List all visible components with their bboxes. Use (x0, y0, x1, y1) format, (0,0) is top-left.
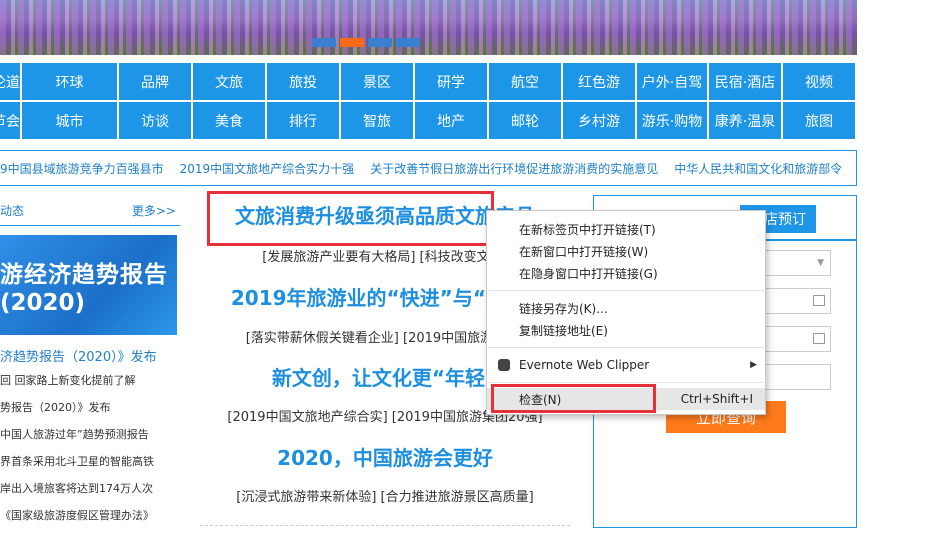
chevron-right-icon: ▶ (750, 360, 757, 370)
menu-item-label: 在新窗口中打开链接(W) (519, 244, 649, 259)
nav-item[interactable]: 城市 (22, 102, 117, 139)
nav-item[interactable]: 品牌 (119, 63, 191, 100)
calendar-icon (813, 333, 825, 344)
nav-item[interactable]: 户外·自驾 (637, 63, 707, 100)
nav-item[interactable]: 游乐·购物 (637, 102, 707, 139)
banner-pager-dot-4[interactable] (396, 38, 420, 47)
nav-item[interactable]: 环球 (22, 63, 117, 100)
nav-item[interactable]: 乡村游 (563, 102, 635, 139)
nav-item[interactable]: 航空 (489, 63, 561, 100)
report-thumbnail[interactable]: 游经济趋势报告 (2020) (0, 235, 177, 335)
banner-pager-dot-2[interactable] (340, 38, 364, 47)
menu-open-incognito[interactable]: 在隐身窗口中打开链接(G) (487, 262, 765, 284)
news-ticker: 9中国县域旅游竞争力百强县市 2019中国文旅地产综合实力十强 关于改善节假日旅游出… (0, 150, 857, 186)
checkout-date-input[interactable] (759, 326, 831, 352)
category-nav-row-1: 论道环球品牌文旅旅投景区研学航空红色游户外·自驾民宿·酒店视频 (0, 63, 857, 100)
nav-item[interactable]: 文旅 (193, 63, 265, 100)
nav-item[interactable]: 康养·温泉 (709, 102, 781, 139)
calendar-icon (813, 295, 825, 306)
nav-item[interactable]: 旅投 (267, 63, 339, 100)
list-item[interactable]: 《国家级旅游度假区管理办法》 (0, 508, 154, 535)
banner-image[interactable] (0, 0, 857, 55)
banner-pager (312, 38, 420, 47)
nav-item[interactable]: 红色游 (563, 63, 635, 100)
category-nav-row-2: 节会城市访谈美食排行智旅地产邮轮乡村游游乐·购物康养·温泉旅图 (0, 102, 857, 139)
lupine-flowers-photo (0, 0, 857, 55)
menu-copy-link-address[interactable]: 复制链接地址(E) (487, 319, 765, 341)
nav-item[interactable]: 美食 (193, 102, 265, 139)
center-divider (200, 525, 570, 526)
left-news-column: 动态 更多>> 游经济趋势报告 (2020) 济趋势报告（2020）》发布 回 … (0, 195, 180, 522)
nav-item[interactable]: 视频 (783, 63, 855, 100)
category-nav: 论道环球品牌文旅旅投景区研学航空红色游户外·自驾民宿·酒店视频 节会城市访谈美食… (0, 63, 857, 141)
list-item[interactable]: 岸出入境旅客将达到174万人次 (0, 481, 154, 508)
left-news-list: 回 回家路上新变化提前了解 势报告（2020）》发布 中国人旅游过年”趋势预测报告界… (0, 373, 154, 535)
ticker-link[interactable]: 关于改善节假日旅游出行环境促进旅游消费的实施意见 (370, 160, 658, 177)
menu-separator (488, 382, 764, 383)
left-column-header: 动态 更多>> (0, 195, 180, 226)
nav-item[interactable]: 民宿·酒店 (709, 63, 781, 100)
ticker-link[interactable]: 9中国县域旅游竞争力百强县市 (0, 160, 164, 177)
menu-item-label: 在新标签页中打开链接(T) (519, 222, 656, 237)
menu-item-label: 链接另存为(K)... (519, 301, 608, 316)
banner-pager-dot-3[interactable] (368, 38, 392, 47)
nav-item[interactable]: 研学 (415, 63, 487, 100)
ticker-link[interactable]: 中华人民共和国文化和旅游部令 (674, 160, 842, 177)
menu-item-label: 在隐身窗口中打开链接(G) (519, 266, 658, 281)
headline-highlight-box (207, 191, 494, 246)
evernote-elephant-icon (498, 359, 510, 371)
headline-link[interactable]: 2020，中国旅游会更好 (200, 442, 570, 471)
list-item[interactable]: 势报告（2020）》发布 (0, 400, 154, 427)
report-thumbnail-line-1: 游经济趋势报告 (0, 262, 168, 288)
report-caption-link[interactable]: 济趋势报告（2020）》发布 (0, 346, 157, 365)
banner-pager-dot-1[interactable] (312, 38, 336, 47)
menu-evernote-clipper[interactable]: Evernote Web Clipper ▶ (487, 354, 765, 376)
headline-sub-links[interactable]: [沉浸式旅游带来新体验] [合力推进旅游景区高质量] (200, 486, 570, 505)
nav-item[interactable]: 旅图 (783, 102, 855, 139)
nav-item[interactable]: 节会 (0, 102, 20, 139)
menu-open-new-tab[interactable]: 在新标签页中打开链接(T) (487, 218, 765, 240)
inspect-highlight-box (491, 384, 656, 413)
nav-item[interactable]: 景区 (341, 63, 413, 100)
list-item[interactable]: 回 回家路上新变化提前了解 (0, 373, 154, 400)
menu-item-label: 复制链接地址(E) (519, 323, 608, 338)
report-thumbnail-line-2: (2020) (0, 290, 86, 316)
checkin-date-input[interactable] (759, 288, 831, 314)
menu-save-link-as[interactable]: 链接另存为(K)... (487, 297, 765, 319)
menu-open-new-window[interactable]: 在新窗口中打开链接(W) (487, 240, 765, 262)
keyword-input[interactable] (759, 364, 831, 390)
more-link[interactable]: 更多>> (132, 202, 180, 219)
menu-item-label: Evernote Web Clipper (519, 358, 650, 372)
list-item[interactable]: 中国人旅游过年”趋势预测报告 (0, 427, 154, 454)
list-item[interactable]: 界首条采用北斗卫星的智能高铁 (0, 454, 154, 481)
menu-separator (488, 290, 764, 291)
nav-item[interactable]: 智旅 (341, 102, 413, 139)
nav-item[interactable]: 地产 (415, 102, 487, 139)
nav-item[interactable]: 访谈 (119, 102, 191, 139)
menu-separator (488, 347, 764, 348)
chevron-down-icon: ▼ (817, 258, 824, 268)
ticker-link[interactable]: 2019中国文旅地产综合实力十强 (180, 160, 355, 177)
destination-select[interactable]: ▼ (759, 250, 831, 276)
left-column-title: 动态 (0, 203, 25, 218)
nav-item[interactable]: 排行 (267, 102, 339, 139)
nav-item[interactable]: 邮轮 (489, 102, 561, 139)
nav-item[interactable]: 论道 (0, 63, 20, 100)
menu-item-shortcut: Ctrl+Shift+I (680, 392, 753, 406)
